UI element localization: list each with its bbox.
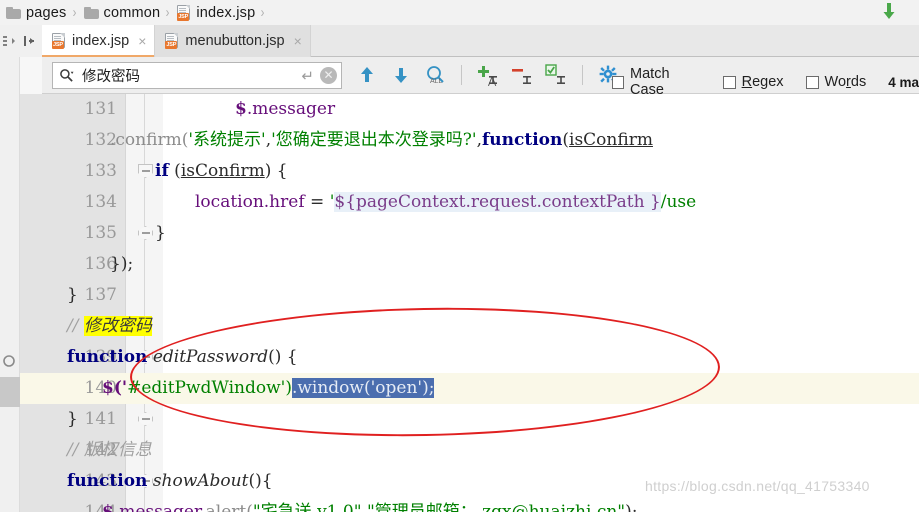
editor-tabs: JSP index.jsp × JSP menubutton.jsp × (42, 25, 311, 57)
search-match-highlight: 修改密码 (83, 316, 152, 336)
jsp-file-icon: JSP (165, 33, 179, 49)
match-count-label: 4 ma (888, 74, 919, 90)
code-text: } (67, 409, 78, 429)
search-input-value: 修改密码 (82, 69, 140, 85)
breadcrumb-separator-icon: › (165, 4, 170, 21)
find-action-buttons: ALL ⋀ (354, 62, 622, 88)
search-input[interactable]: 修改密码 ↵ ✕ (52, 62, 342, 89)
code-text: function editPassword() { (67, 347, 298, 367)
selected-text: .window('open'); (291, 378, 435, 398)
enter-icon[interactable]: ↵ (301, 67, 314, 85)
jsp-file-icon: JSP (177, 4, 191, 21)
close-icon[interactable]: × (294, 34, 302, 48)
code-line[interactable]: 137 } (20, 280, 919, 488)
line-number: 131 (84, 99, 117, 119)
code-line[interactable]: 133 if (isConfirm) { (20, 156, 919, 240)
add-selection-next-button[interactable]: ⋀ (475, 62, 501, 88)
close-icon[interactable]: ✕ (320, 67, 337, 84)
vertical-scrollbar-thumb[interactable] (0, 377, 20, 407)
code-text: $('#editPwdWindow').window('open'); (102, 378, 435, 398)
code-line[interactable]: 140 $('#editPwdWindow').window('open'); (20, 373, 919, 404)
scroll-from-source-icon[interactable] (21, 33, 37, 49)
close-icon[interactable]: × (138, 34, 146, 48)
jsp-file-icon: JSP (52, 33, 66, 49)
code-text: $.messager.alert("宅急送 v1.0","管理员邮箱： zqx@… (102, 502, 638, 512)
code-text: // 修改密码 (67, 316, 152, 336)
breadcrumb: pages › common › JSP index.jsp › (0, 0, 919, 25)
folder-icon (83, 6, 99, 19)
words-label: Words (824, 74, 867, 90)
regex-label: Regex (741, 74, 784, 90)
find-previous-button[interactable] (354, 62, 380, 88)
checkbox-box[interactable] (612, 75, 625, 89)
code-text: location.href = '${pageContext.request.c… (195, 192, 697, 212)
editor-tab-toolbar (0, 25, 42, 57)
code-line[interactable]: 132 .confirm('系统提示','您确定要退出本次登录吗?',funct… (20, 125, 919, 178)
svg-text:ALL: ALL (430, 78, 443, 85)
code-text: $.messager (235, 99, 336, 119)
select-all-occurrences-button[interactable] (543, 62, 569, 88)
code-line[interactable]: 141 } (20, 404, 919, 435)
code-line[interactable]: 134 location.href = '${pageContext.reque… (20, 187, 919, 218)
code-line[interactable]: 144 $.messager.alert("宅急送 v1.0","管理员邮箱： … (20, 497, 919, 512)
breadcrumb-label: common (103, 4, 161, 21)
breadcrumb-item-indexjsp[interactable]: JSP index.jsp (175, 4, 257, 21)
line-number: 134 (84, 192, 117, 212)
line-number: 133 (84, 161, 117, 181)
toolbar-divider (461, 65, 462, 85)
checkbox-box[interactable] (805, 75, 819, 89)
code-line[interactable]: 138 // 修改密码 (20, 311, 919, 342)
tab-label: menubutton.jsp (185, 33, 285, 49)
checkbox-box[interactable] (722, 75, 736, 89)
breadcrumb-separator-icon: › (260, 4, 265, 21)
remove-selection-button[interactable] (509, 62, 535, 88)
watermark-text: https://blog.csdn.net/qq_41753340 (645, 478, 870, 494)
code-text: .confirm('系统提示','您确定要退出本次登录吗?',function(… (110, 130, 653, 150)
download-arrow-icon[interactable] (881, 1, 897, 23)
tab-index-jsp[interactable]: JSP index.jsp × (42, 25, 156, 57)
code-line[interactable]: 131 $.messager (20, 94, 919, 125)
find-all-button[interactable]: ALL (422, 62, 448, 88)
code-text: function showAbout(){ (67, 471, 273, 491)
search-icon[interactable] (59, 68, 74, 83)
breadcrumb-item-common[interactable]: common (82, 5, 163, 21)
regex-checkbox[interactable]: Regex (722, 74, 784, 90)
code-text: // 版权信息 (67, 440, 152, 460)
code-text: }); (110, 254, 134, 274)
editor-left-strip (0, 57, 20, 512)
code-line[interactable]: 136 }); (20, 249, 919, 426)
find-next-button[interactable] (388, 62, 414, 88)
bookmark-icon[interactable] (2, 354, 16, 368)
breadcrumb-label: index.jsp (196, 4, 256, 21)
tab-label: index.jsp (72, 33, 130, 49)
line-number: 132 (84, 130, 117, 150)
code-text: } (155, 223, 166, 243)
editor-tab-bar: JSP index.jsp × JSP menubutton.jsp × (0, 25, 919, 57)
line-number: 136 (84, 254, 117, 274)
tab-menubutton-jsp[interactable]: JSP menubutton.jsp × (155, 25, 311, 57)
ide-window: pages › common › JSP index.jsp › JSP ind… (0, 0, 919, 512)
breadcrumb-label: pages (26, 4, 67, 21)
svg-text:⋀: ⋀ (487, 76, 497, 87)
code-text: if (isConfirm) { (155, 161, 288, 181)
toolbar-divider (582, 65, 583, 85)
breadcrumb-item-pages[interactable]: pages (4, 5, 69, 21)
code-line[interactable]: 139 function editPassword() { (20, 342, 919, 373)
line-number: 135 (84, 223, 117, 243)
code-text: } (67, 285, 78, 305)
code-line[interactable]: 142 // 版权信息 (20, 435, 919, 466)
code-line[interactable]: 135 } (20, 218, 919, 364)
words-checkbox[interactable]: Words (805, 74, 867, 90)
expand-collapse-icon[interactable] (2, 33, 18, 49)
code-editor[interactable]: 131 $.messager 132 .confirm('系统提示','您确定要… (20, 94, 919, 512)
find-toolbar: 修改密码 ↵ ✕ ALL ⋀ Match Case Regex Words 4 … (42, 57, 919, 98)
folder-icon (6, 6, 21, 19)
breadcrumb-separator-icon: › (72, 4, 76, 21)
